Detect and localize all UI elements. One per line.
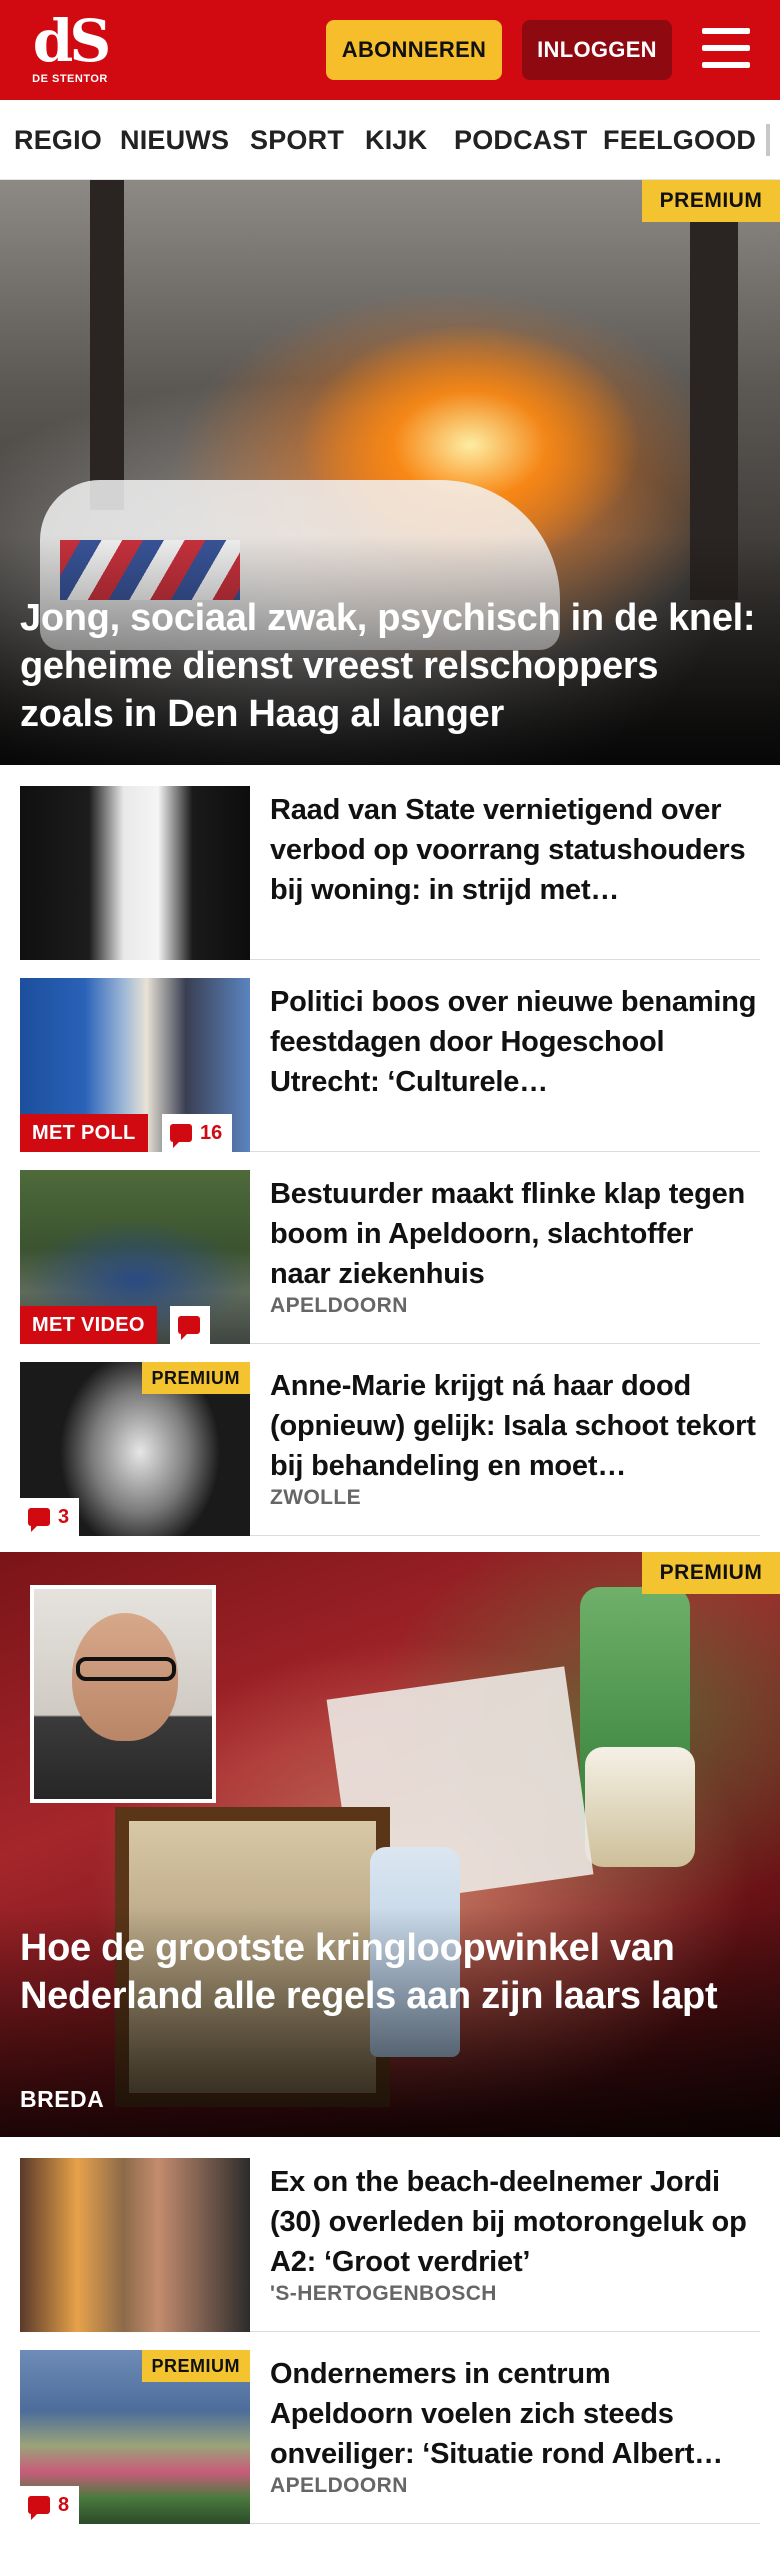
article-thumbnail: MET VIDEO — [20, 1170, 250, 1344]
article-thumbnail: PREMIUM 8 — [20, 2350, 250, 2524]
category-nav: REGIO NIEUWS SPORT KIJK PODCAST FEELGOOD — [0, 100, 780, 180]
article-title[interactable]: Bestuurder maakt flinke klap tegen boom … — [270, 1174, 760, 1294]
author-avatar — [30, 1585, 216, 1803]
hero-title[interactable]: Hoe de grootste kringloopwinkel van Nede… — [20, 1924, 760, 2020]
premium-badge: PREMIUM — [642, 1552, 780, 1594]
logo-text: DE STENTOR — [32, 73, 108, 85]
hero-title[interactable]: Jong, sociaal zwak, psychisch in de knel… — [20, 594, 760, 738]
comment-icon — [28, 1508, 50, 1532]
article-item[interactable]: MET POLL 16 Politici boos over nieuwe be… — [20, 978, 760, 1152]
comment-count[interactable]: 16 — [162, 1114, 233, 1152]
hero-article-2[interactable]: PREMIUM Hoe de grootste kringloopwinkel … — [0, 1552, 780, 2137]
article-item[interactable]: PREMIUM 8 Ondernemers in centrum Apeldoo… — [20, 2350, 760, 2524]
article-location: 'S-HERTOGENBOSCH — [270, 2282, 497, 2305]
article-item[interactable]: PREMIUM 3 Anne-Marie krijgt ná haar dood… — [20, 1362, 760, 1536]
hero-location: BREDA — [20, 2086, 105, 2112]
nav-item-sport[interactable]: SPORT — [250, 100, 344, 179]
article-location: ZWOLLE — [270, 1486, 362, 1509]
article-item[interactable]: Ex on the beach-deelnemer Jordi (30) ove… — [20, 2158, 760, 2332]
premium-badge: PREMIUM — [141, 1362, 250, 1394]
article-thumbnail: PREMIUM 3 — [20, 1362, 250, 1536]
comment-count-value: 8 — [58, 2494, 70, 2516]
article-item[interactable]: Raad van State vernietigend over verbod … — [20, 786, 760, 960]
comment-count[interactable] — [170, 1306, 210, 1344]
article-title[interactable]: Ex on the beach-deelnemer Jordi (30) ove… — [270, 2162, 760, 2282]
nav-item-kijk[interactable]: KIJK — [365, 100, 427, 179]
comment-icon — [170, 1124, 192, 1148]
hamburger-menu-icon[interactable] — [700, 24, 752, 72]
subscribe-button[interactable]: ABONNEREN — [326, 20, 502, 80]
hero-article-1[interactable]: PREMIUM Jong, sociaal zwak, psychisch in… — [0, 180, 780, 765]
nav-overflow-indicator — [766, 124, 770, 156]
premium-badge: PREMIUM — [642, 180, 780, 222]
video-tag: MET VIDEO — [20, 1306, 157, 1344]
article-location: APELDOORN — [270, 2474, 408, 2497]
login-button[interactable]: INLOGGEN — [522, 20, 672, 80]
site-logo[interactable]: dS DE STENTOR — [28, 12, 112, 90]
comment-count-value: 16 — [200, 1122, 223, 1144]
article-title[interactable]: Raad van State vernietigend over verbod … — [270, 790, 760, 910]
hero-image-can — [585, 1747, 695, 1867]
nav-item-podcast[interactable]: PODCAST — [454, 100, 587, 179]
comment-count[interactable]: 3 — [20, 1498, 80, 1536]
article-item[interactable]: MET VIDEO Bestuurder maakt flinke klap t… — [20, 1170, 760, 1344]
poll-tag: MET POLL — [20, 1114, 148, 1152]
premium-badge: PREMIUM — [141, 2350, 250, 2382]
article-title[interactable]: Anne-Marie krijgt ná haar dood (opnieuw)… — [270, 1366, 760, 1486]
hero-image-tree — [90, 180, 124, 510]
article-title[interactable]: Ondernemers in centrum Apeldoorn voelen … — [270, 2354, 760, 2474]
nav-item-feelgood[interactable]: FEELGOOD — [603, 100, 756, 179]
comment-icon — [178, 1316, 200, 1340]
article-thumbnail — [20, 2158, 250, 2332]
comment-icon — [28, 2496, 50, 2520]
comment-count-value: 3 — [58, 1506, 70, 1528]
top-bar: dS DE STENTOR ABONNEREN INLOGGEN — [0, 0, 780, 100]
comment-count[interactable]: 8 — [20, 2486, 80, 2524]
author-glasses — [76, 1657, 176, 1681]
article-thumbnail: MET POLL 16 — [20, 978, 250, 1152]
logo-mark: dS — [32, 7, 111, 75]
article-location: APELDOORN — [270, 1294, 408, 1317]
nav-item-nieuws[interactable]: NIEUWS — [120, 100, 229, 179]
article-thumbnail — [20, 786, 250, 960]
article-title[interactable]: Politici boos over nieuwe benaming feest… — [270, 982, 760, 1102]
nav-item-regio[interactable]: REGIO — [14, 100, 102, 179]
